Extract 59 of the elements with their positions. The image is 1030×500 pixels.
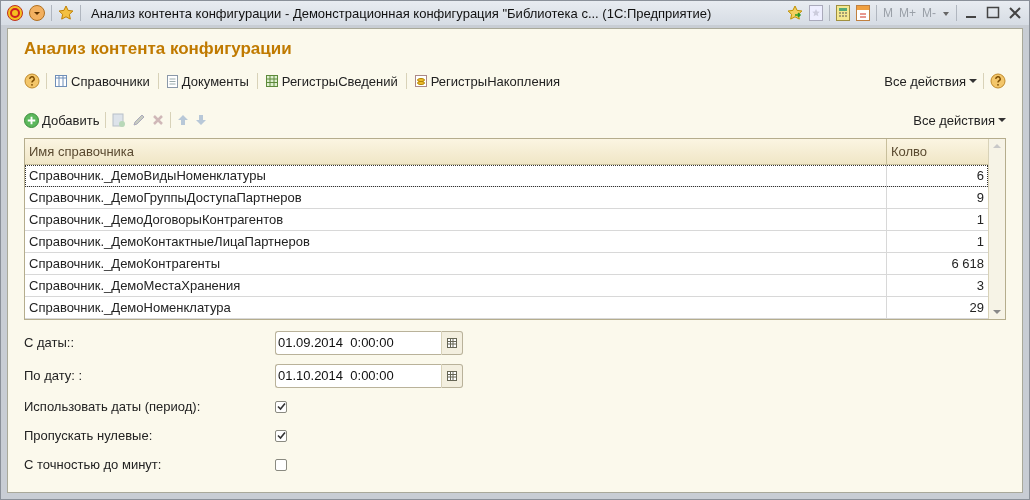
bookmark-icon[interactable] (809, 5, 823, 21)
table-cell-text: Справочник._ДемоВидыНоменклатуры (28, 167, 267, 185)
columns-icon (55, 75, 67, 87)
help-icon[interactable] (24, 73, 40, 89)
pencil-icon[interactable] (132, 113, 147, 127)
caret-icon (998, 117, 1006, 123)
close-icon[interactable] (1007, 6, 1023, 20)
grid-icon (265, 75, 278, 87)
checkbox[interactable] (275, 429, 287, 442)
table-row[interactable]: Справочник._ДемоНоменклатура 29 (25, 297, 988, 319)
table-row[interactable]: Справочник._ДемоКонтрагенты 6 618 (25, 253, 988, 275)
command-button[interactable]: РегистрыНакопления (412, 73, 563, 89)
calculator-icon[interactable] (836, 5, 850, 21)
command-button[interactable]: Документы (164, 73, 251, 89)
app-logo-icon[interactable] (7, 5, 23, 21)
table-cell-text: Справочник._ДемоГруппыДоступаПартнеров (28, 189, 303, 207)
table-row[interactable]: Справочник._ДемоВидыНоменклатуры 6 (25, 165, 988, 187)
window-title: Анализ контента конфигурации - Демонстрационная конфигурация "Библиотека с... (1С:Предприятие) (91, 5, 713, 21)
checkbox[interactable] (275, 458, 287, 471)
table-row[interactable]: Справочник._ДемоГруппыДоступаПартнеров 9 (25, 187, 988, 209)
maximize-icon[interactable] (985, 6, 1001, 20)
table-row[interactable]: Справочник._ДемоДоговорыКонтрагентов 1 (25, 209, 988, 231)
table-cell-text: Справочник._ДемоКонтрагенты (28, 255, 222, 273)
help-icon[interactable] (990, 73, 1006, 89)
table-row[interactable]: Справочник._ДемоМестаХранения 3 (25, 275, 988, 297)
field-label: С даты:: (24, 335, 76, 350)
calendar-icon[interactable] (442, 330, 463, 355)
scroll-down-icon[interactable] (993, 309, 1001, 315)
table-cell-text: Справочник._ДемоНоменклатура (28, 299, 232, 317)
caret-icon[interactable] (942, 9, 950, 17)
delete-icon[interactable] (152, 114, 165, 126)
form-title: Анализ контента конфигурации (24, 39, 293, 59)
add-button[interactable]: Добавить (24, 112, 100, 128)
document-icon (166, 74, 178, 88)
command-button[interactable]: Справочники (53, 73, 152, 89)
coins-icon (414, 75, 427, 87)
calendar-icon[interactable] (442, 363, 463, 388)
table-cell-text: Справочник._ДемоКонтактныеЛицаПартнеров (28, 233, 311, 251)
table-cell-text: Справочник._ДемоДоговорыКонтрагентов (28, 211, 285, 229)
date-field[interactable]: 01.10.2014 0:00:00 (275, 363, 442, 388)
checkbox-label: С точностью до минут: (24, 457, 163, 472)
all-actions-menu[interactable]: Все действия (913, 112, 1006, 128)
column-header[interactable]: Имя справочника (25, 139, 886, 164)
table-row[interactable]: Справочник._ДемоКонтактныеЛицаПартнеров 1 (25, 231, 988, 253)
plus-icon (24, 112, 39, 128)
checkbox-label: Использовать даты (период): (24, 399, 202, 414)
dropdown-icon[interactable] (29, 5, 45, 21)
checkbox-label: Пропускать нулевые: (24, 428, 154, 443)
scrollbar[interactable] (988, 139, 1005, 319)
star-icon[interactable] (58, 5, 74, 21)
table-cell-text: Справочник._ДемоМестаХранения (28, 277, 242, 295)
calendar-icon[interactable] (856, 5, 870, 21)
command-button[interactable]: РегистрыСведений (263, 73, 400, 89)
all-actions-menu[interactable]: Все действия (884, 73, 977, 89)
field-label: По дату: : (24, 368, 84, 383)
date-field[interactable]: 01.09.2014 0:00:00 (275, 330, 442, 355)
star-arrow-icon[interactable] (787, 5, 803, 21)
checkbox[interactable] (275, 400, 287, 413)
caret-icon (969, 78, 977, 84)
